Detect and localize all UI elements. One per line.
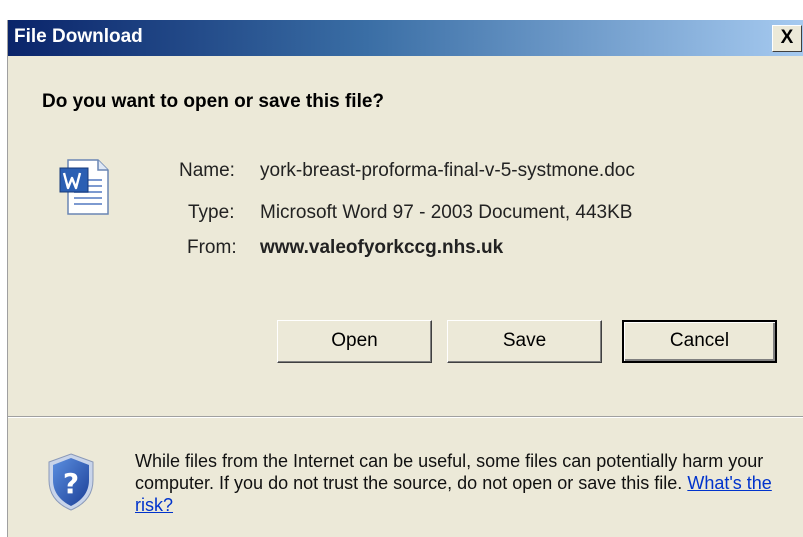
name-value: york-breast-proforma-final-v-5-systmone.… xyxy=(260,160,635,181)
file-download-dialog: File Download X Do you want to open or s… xyxy=(7,20,803,537)
from-value: www.valeofyorkccg.nhs.uk xyxy=(260,237,504,258)
separator-highlight xyxy=(8,417,803,418)
file-name-row: Name: york-breast-proforma-final-v-5-sys… xyxy=(8,160,803,184)
type-value: Microsoft Word 97 - 2003 Document, 443KB xyxy=(260,202,633,223)
from-label: From: xyxy=(187,237,237,258)
file-from-row: From: www.valeofyorkccg.nhs.uk xyxy=(8,237,803,261)
file-type-row: Type: Microsoft Word 97 - 2003 Document,… xyxy=(8,202,803,226)
security-warning: While files from the Internet can be use… xyxy=(135,450,795,516)
window-title: File Download xyxy=(14,26,143,47)
name-label: Name: xyxy=(179,160,235,181)
security-shield-question-icon: ? xyxy=(48,453,94,511)
close-button[interactable]: X xyxy=(772,25,802,52)
save-button[interactable]: Save xyxy=(447,320,602,363)
cancel-button[interactable]: Cancel xyxy=(622,320,777,363)
title-bar[interactable]: File Download X xyxy=(8,20,803,56)
type-label: Type: xyxy=(188,202,235,223)
warning-text: While files from the Internet can be use… xyxy=(135,451,764,493)
open-button[interactable]: Open xyxy=(277,320,432,363)
svg-text:?: ? xyxy=(63,467,79,500)
dialog-question: Do you want to open or save this file? xyxy=(42,91,385,112)
